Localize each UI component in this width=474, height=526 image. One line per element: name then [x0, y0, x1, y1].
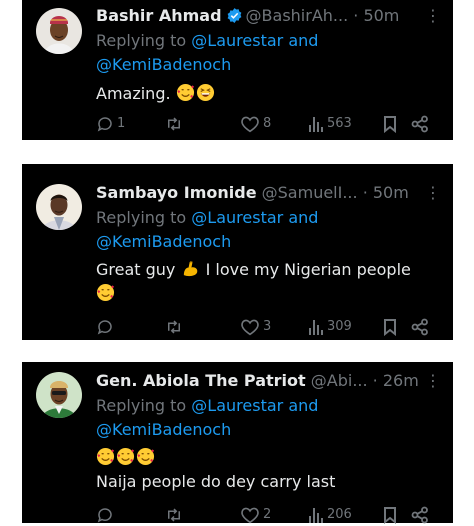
tweet-text-content: Naija people do dey carry last: [96, 472, 336, 491]
retweet-icon: [168, 320, 180, 334]
like-count: 3: [263, 319, 272, 334]
share-icon: [411, 318, 428, 336]
reply-icon: [97, 117, 112, 132]
tweet-header: Bashir Ahmad @BashirAh... · 50m: [96, 4, 447, 28]
avatar[interactable]: [36, 184, 82, 230]
tweet-actions: 1 8 563: [96, 113, 443, 135]
tweet-actions: 3 309: [96, 316, 443, 338]
mention-link[interactable]: @Laurestar: [191, 396, 283, 415]
avatar[interactable]: [36, 372, 82, 418]
grinning-squinting-face-icon: [196, 83, 214, 102]
reply-icon: [97, 320, 112, 335]
timestamp[interactable]: · 50m: [363, 183, 409, 202]
display-name[interactable]: Bashir Ahmad: [96, 6, 222, 25]
retweet-button[interactable]: [164, 316, 187, 338]
more-options-icon[interactable]: ⋮: [425, 181, 441, 205]
smiling-face-with-hearts-icon: [176, 83, 194, 102]
like-button[interactable]: 3: [240, 316, 271, 338]
bookmark-icon: [384, 319, 396, 336]
share-button[interactable]: [411, 113, 429, 135]
user-handle[interactable]: @SamuelI...: [262, 183, 358, 202]
retweet-button[interactable]: [164, 113, 187, 135]
mention-link[interactable]: @Laurestar: [191, 31, 283, 50]
tweet-header: Gen. Abiola The Patriot @Abi... · 26m: [96, 369, 447, 393]
more-options-icon[interactable]: ⋮: [425, 369, 441, 393]
replying-to: Replying to @Laurestar and: [96, 206, 443, 230]
mention-link[interactable]: @Laurestar: [191, 208, 283, 227]
bookmark-button[interactable]: [382, 113, 398, 135]
more-options-icon[interactable]: ⋮: [425, 4, 441, 28]
tweet-text-content: I love my Nigerian people: [205, 260, 411, 279]
reply-button[interactable]: 1: [96, 113, 125, 135]
avatar[interactable]: [36, 8, 82, 54]
views-button[interactable]: 309: [308, 316, 352, 338]
smiling-face-with-hearts-icon: [116, 447, 135, 466]
views-button[interactable]: 563: [308, 113, 352, 135]
views-icon: [309, 508, 323, 523]
and-others-link[interactable]: and: [288, 396, 318, 415]
bookmark-icon: [384, 507, 396, 524]
views-icon: [309, 320, 323, 335]
smiling-face-with-hearts-icon: [96, 283, 115, 302]
replying-prefix: Replying to: [96, 31, 187, 50]
heart-icon: [241, 507, 259, 524]
display-name[interactable]: Gen. Abiola The Patriot: [96, 371, 306, 390]
replying-prefix: Replying to: [96, 208, 187, 227]
user-handle[interactable]: @BashirAh...: [246, 6, 349, 25]
timestamp[interactable]: · 26m: [373, 371, 419, 390]
mention-link[interactable]: @KemiBadenoch: [96, 55, 231, 74]
share-icon: [411, 506, 428, 524]
tweet-emoji-line: [96, 446, 443, 470]
tweet-card[interactable]: Gen. Abiola The Patriot @Abi... · 26m ⋮ …: [22, 362, 453, 524]
tweet-header: Sambayo Imonide @SamuelI... · 50m: [96, 181, 447, 205]
user-handle[interactable]: @Abi...: [311, 371, 368, 390]
timestamp[interactable]: · 50m: [353, 6, 399, 25]
and-others-link[interactable]: and: [288, 31, 318, 50]
views-icon: [309, 117, 323, 132]
like-count: 8: [263, 116, 272, 131]
replying-to: Replying to @Laurestar and: [96, 29, 443, 53]
tweet-text: Naija people do dey carry last: [96, 470, 443, 494]
reply-icon: [97, 508, 112, 523]
retweet-icon: [168, 508, 180, 522]
verified-badge-icon: [226, 7, 243, 28]
smiling-face-with-hearts-icon: [136, 447, 155, 466]
view-count: 309: [327, 319, 352, 334]
share-icon: [411, 115, 428, 133]
replying-to: Replying to @Laurestar and: [96, 394, 443, 418]
replying-prefix: Replying to: [96, 396, 187, 415]
tweet-text-content: Amazing.: [96, 84, 171, 103]
reply-button[interactable]: [96, 316, 117, 338]
tweet-text: Amazing.: [96, 82, 443, 106]
share-button[interactable]: [411, 316, 429, 338]
replying-to-line-2: @KemiBadenoch: [96, 230, 443, 254]
mention-link[interactable]: @KemiBadenoch: [96, 232, 231, 251]
smiling-face-with-hearts-icon: [96, 447, 115, 466]
view-count: 563: [327, 116, 352, 131]
flexed-biceps-icon: [183, 261, 197, 277]
tweet-text: Great guy I love my Nigerian people: [96, 258, 443, 282]
bookmark-button[interactable]: [382, 316, 398, 338]
like-button[interactable]: 8: [240, 113, 271, 135]
replying-to-line-2: @KemiBadenoch: [96, 53, 443, 77]
mention-link[interactable]: @KemiBadenoch: [96, 420, 231, 439]
reply-count: 1: [117, 116, 126, 131]
and-others-link[interactable]: and: [288, 208, 318, 227]
display-name[interactable]: Sambayo Imonide: [96, 183, 257, 202]
heart-icon: [241, 319, 259, 336]
replying-to-line-2: @KemiBadenoch: [96, 418, 443, 442]
heart-icon: [241, 116, 259, 133]
tweet-card[interactable]: Sambayo Imonide @SamuelI... · 50m ⋮ Repl…: [22, 164, 453, 340]
tweet-text-content: Great guy: [96, 260, 176, 279]
bookmark-icon: [384, 116, 396, 133]
tweet-text-line-2: [96, 282, 443, 306]
retweet-icon: [168, 117, 180, 131]
tweet-card[interactable]: Bashir Ahmad @BashirAh... · 50m ⋮ Replyin…: [22, 0, 453, 140]
